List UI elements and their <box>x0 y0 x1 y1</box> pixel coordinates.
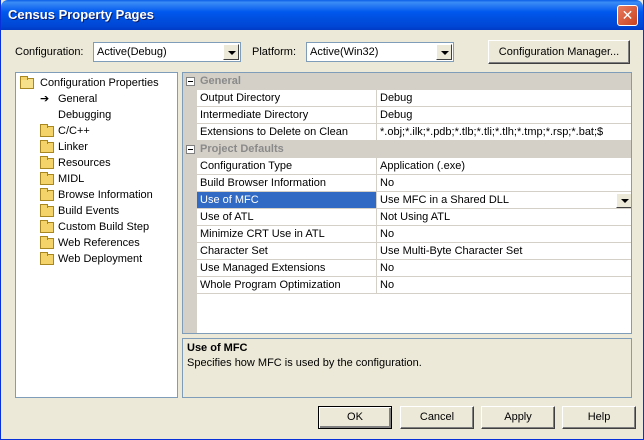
tree-item-label: Resources <box>58 157 111 169</box>
property-name: Build Browser Information <box>197 175 377 192</box>
tree-item-label: MIDL <box>58 173 85 185</box>
category-project-defaults[interactable]: Project Defaults <box>197 141 631 158</box>
property-row[interactable]: Configuration Type Application (.exe) <box>183 158 631 175</box>
chevron-down-icon[interactable] <box>616 193 631 208</box>
configuration-label: Configuration: <box>15 46 84 58</box>
property-row[interactable]: Minimize CRT Use in ATL No <box>183 226 631 243</box>
collapse-icon[interactable] <box>186 145 195 154</box>
tree-item-label: Build Events <box>58 205 120 217</box>
property-value-text: Use MFC in a Shared DLL <box>380 194 509 206</box>
tree-item-label: General <box>58 93 98 105</box>
property-name: Extensions to Delete on Clean <box>197 124 377 141</box>
folder-icon <box>40 124 54 137</box>
open-folder-icon <box>20 76 34 89</box>
tree-item-label: C/C++ <box>58 125 90 137</box>
folder-icon <box>40 204 54 217</box>
cancel-button[interactable]: Cancel <box>400 406 474 429</box>
property-row[interactable]: Build Browser Information No <box>183 175 631 192</box>
folder-icon <box>40 236 54 249</box>
tree-item-label: Debugging <box>58 109 112 121</box>
property-name: Intermediate Directory <box>197 107 377 124</box>
property-row[interactable]: Output Directory Debug <box>183 90 631 107</box>
folder-icon <box>40 140 54 153</box>
apply-button[interactable]: Apply <box>481 406 555 429</box>
help-button[interactable]: Help <box>562 406 636 429</box>
property-name: Configuration Type <box>197 158 377 175</box>
chevron-down-icon[interactable] <box>223 44 239 60</box>
property-row[interactable]: Use Managed Extensions No <box>183 260 631 277</box>
property-name: Use of MFC <box>197 192 377 209</box>
folder-icon <box>40 188 54 201</box>
property-value[interactable]: Debug <box>377 90 631 107</box>
platform-label: Platform: <box>252 46 297 58</box>
property-value[interactable]: Application (.exe) <box>377 158 631 175</box>
title-bar[interactable]: Census Property Pages ✕ <box>1 0 643 30</box>
property-row-selected[interactable]: Use of MFC Use MFC in a Shared DLL <box>183 192 631 209</box>
property-value[interactable]: Use Multi-Byte Character Set <box>377 243 631 260</box>
folder-icon <box>40 220 54 233</box>
folder-icon <box>40 172 54 185</box>
property-name: Whole Program Optimization <box>197 277 377 294</box>
property-value[interactable]: Debug <box>377 107 631 124</box>
ok-button[interactable]: OK <box>318 406 392 429</box>
category-general[interactable]: General <box>197 73 631 90</box>
property-row[interactable]: Extensions to Delete on Clean *.obj;*.il… <box>183 124 631 141</box>
property-value[interactable]: No <box>377 277 631 294</box>
property-name: Output Directory <box>197 90 377 107</box>
window-title: Census Property Pages <box>8 7 154 22</box>
property-grid[interactable]: General Output Directory Debug Intermedi… <box>182 72 632 334</box>
property-row[interactable]: Intermediate Directory Debug <box>183 107 631 124</box>
arrow-icon: ➔ <box>40 93 50 105</box>
property-value[interactable]: No <box>377 226 631 243</box>
close-button[interactable]: ✕ <box>617 5 638 26</box>
property-name: Minimize CRT Use in ATL <box>197 226 377 243</box>
tree-item-label: Linker <box>58 141 88 153</box>
folder-icon <box>40 156 54 169</box>
property-value[interactable]: Not Using ATL <box>377 209 631 226</box>
property-value[interactable]: *.obj;*.ilk;*.pdb;*.tlb;*.tli;*.tlh;*.tm… <box>377 124 631 141</box>
property-row[interactable]: Whole Program Optimization No <box>183 277 631 294</box>
description-title: Use of MFC <box>187 342 248 354</box>
property-name: Use of ATL <box>197 209 377 226</box>
property-pages-dialog: Census Property Pages ✕ Configuration: A… <box>0 0 644 440</box>
property-value[interactable]: Use MFC in a Shared DLL <box>377 192 631 209</box>
property-value[interactable]: No <box>377 260 631 277</box>
configuration-value: Active(Debug) <box>97 46 167 58</box>
platform-dropdown[interactable]: Active(Win32) <box>306 42 454 62</box>
category-tree[interactable]: Configuration Properties ➔ General Debug… <box>15 72 178 398</box>
property-value[interactable]: No <box>377 175 631 192</box>
collapse-icon[interactable] <box>186 77 195 86</box>
property-name: Character Set <box>197 243 377 260</box>
property-row[interactable]: Use of ATL Not Using ATL <box>183 209 631 226</box>
chevron-down-icon[interactable] <box>436 44 452 60</box>
tree-item-label: Web Deployment <box>58 253 143 265</box>
description-text: Specifies how MFC is used by the configu… <box>187 357 422 369</box>
tree-item-label: Browse Information <box>58 189 153 201</box>
tree-root-label: Configuration Properties <box>40 77 159 89</box>
platform-value: Active(Win32) <box>310 46 379 58</box>
configuration-manager-button[interactable]: Configuration Manager... <box>488 40 630 64</box>
description-pane: Use of MFC Specifies how MFC is used by … <box>182 338 632 398</box>
property-row[interactable]: Character Set Use Multi-Byte Character S… <box>183 243 631 260</box>
tree-item-label: Web References <box>58 237 140 249</box>
configuration-dropdown[interactable]: Active(Debug) <box>93 42 241 62</box>
folder-icon <box>40 252 54 265</box>
property-name: Use Managed Extensions <box>197 260 377 277</box>
tree-item-label: Custom Build Step <box>58 221 150 233</box>
